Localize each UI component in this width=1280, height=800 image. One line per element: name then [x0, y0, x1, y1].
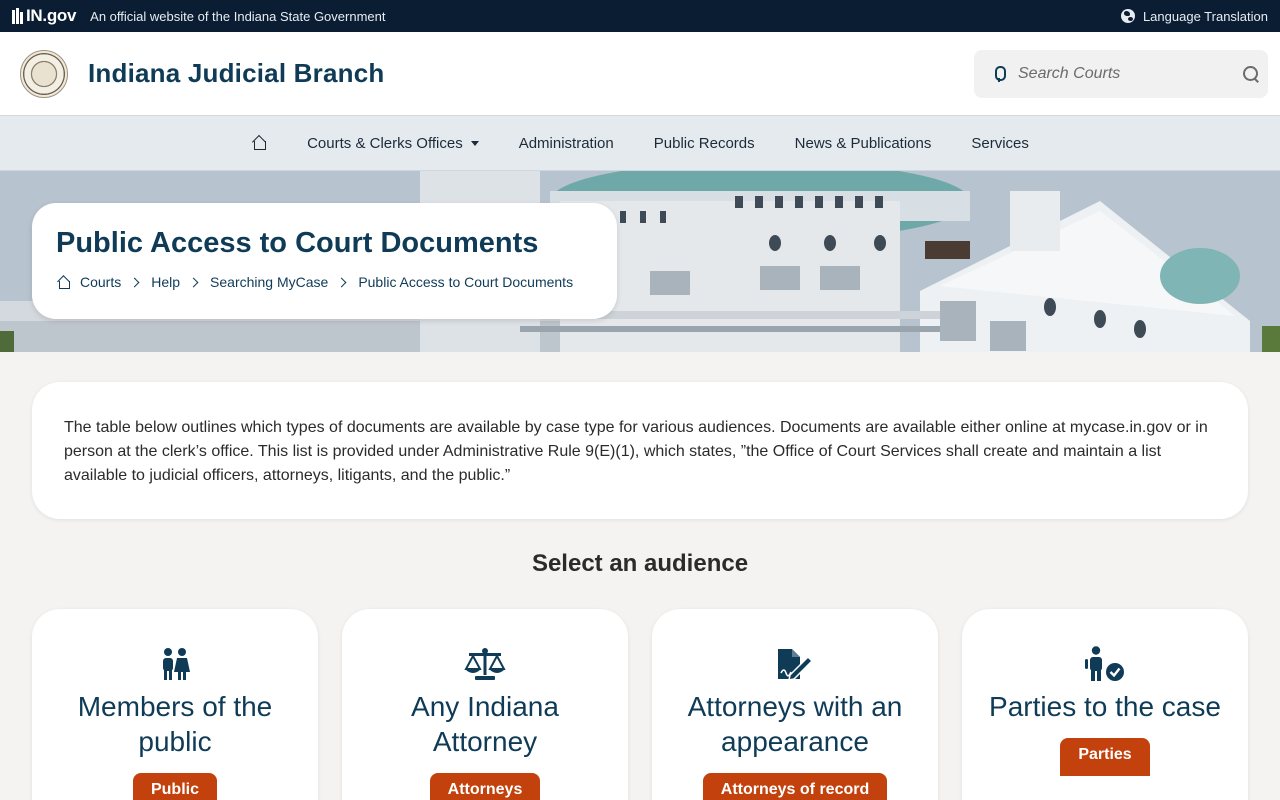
- ingov-logo[interactable]: IN.gov: [12, 6, 76, 26]
- home-icon: [56, 276, 70, 289]
- language-translation-link[interactable]: Language Translation: [1120, 8, 1268, 24]
- audience-card-title: Parties to the case: [989, 691, 1221, 722]
- nav-courts-clerks[interactable]: Courts & Clerks Offices: [307, 135, 479, 152]
- nav-public-records[interactable]: Public Records: [654, 135, 755, 152]
- brand[interactable]: Indiana Judicial Branch: [20, 49, 385, 98]
- audience-card-parties[interactable]: Parties to the case Parties: [962, 609, 1248, 800]
- document-signature-icon: [776, 645, 814, 683]
- globe-icon: [1120, 9, 1135, 23]
- official-site-text: An official website of the Indiana State…: [90, 8, 386, 24]
- audience-card-title: Any Indiana Attorney: [411, 691, 559, 757]
- chevron-down-icon: [470, 140, 479, 146]
- main-nav: Courts & Clerks Offices Administration P…: [0, 116, 1280, 171]
- audience-card-attorneys-of-record[interactable]: Attorneys with an appearance Attorneys o…: [652, 609, 938, 800]
- people-icon: [159, 645, 191, 683]
- page-title: Public Access to Court Documents: [56, 227, 539, 259]
- nav-administration[interactable]: Administration: [519, 135, 614, 152]
- state-seal-logo: [20, 49, 68, 98]
- breadcrumb-help[interactable]: Help: [151, 274, 180, 290]
- microphone-icon[interactable]: [990, 65, 1006, 83]
- language-translation-label: Language Translation: [1142, 8, 1268, 24]
- person-check-icon: [1085, 645, 1125, 683]
- breadcrumb: Courts Help Searching MyCase Public Acce…: [56, 274, 593, 290]
- audience-card-title: Members of the public: [77, 691, 273, 757]
- attorneys-button[interactable]: Attorneys: [429, 773, 541, 800]
- search-icon[interactable]: [1242, 65, 1258, 83]
- attorneys-of-record-button[interactable]: Attorneys of record: [702, 773, 888, 800]
- hero-banner: Public Access to Court Documents Courts …: [0, 171, 1280, 352]
- breadcrumb-searching-mycase[interactable]: Searching MyCase: [210, 274, 328, 290]
- ingov-mark-icon: [12, 8, 24, 24]
- chevron-right-icon: [129, 277, 140, 287]
- breadcrumb-current: Public Access to Court Documents: [358, 274, 574, 290]
- site-header: Indiana Judicial Branch: [0, 32, 1280, 116]
- audience-cards: Members of the public Public Any Indiana…: [32, 609, 1248, 800]
- scales-icon: [464, 645, 506, 683]
- chevron-right-icon: [188, 277, 199, 287]
- breadcrumb-courts[interactable]: Courts: [80, 274, 121, 290]
- home-icon: [251, 136, 267, 150]
- nav-home[interactable]: [251, 136, 267, 150]
- audience-card-title: Attorneys with an appearance: [687, 691, 903, 757]
- public-button[interactable]: Public: [132, 773, 217, 800]
- intro-text: The table below outlines which types of …: [64, 419, 1208, 484]
- page-heading-card: Public Access to Court Documents Courts …: [32, 203, 617, 319]
- intro-card: The table below outlines which types of …: [32, 382, 1248, 519]
- nav-services[interactable]: Services: [971, 135, 1029, 152]
- gov-banner: IN.gov An official website of the Indian…: [0, 0, 1280, 32]
- nav-news-publications[interactable]: News & Publications: [795, 135, 932, 152]
- section-heading: Select an audience: [531, 550, 749, 577]
- parties-button[interactable]: Parties: [1060, 738, 1150, 776]
- audience-card-public[interactable]: Members of the public Public: [32, 609, 318, 800]
- audience-card-attorneys[interactable]: Any Indiana Attorney Attorneys: [342, 609, 628, 800]
- chevron-right-icon: [336, 277, 347, 287]
- search-input[interactable]: [1018, 64, 1226, 83]
- site-title: Indiana Judicial Branch: [88, 58, 385, 88]
- search-bar: [974, 49, 1268, 98]
